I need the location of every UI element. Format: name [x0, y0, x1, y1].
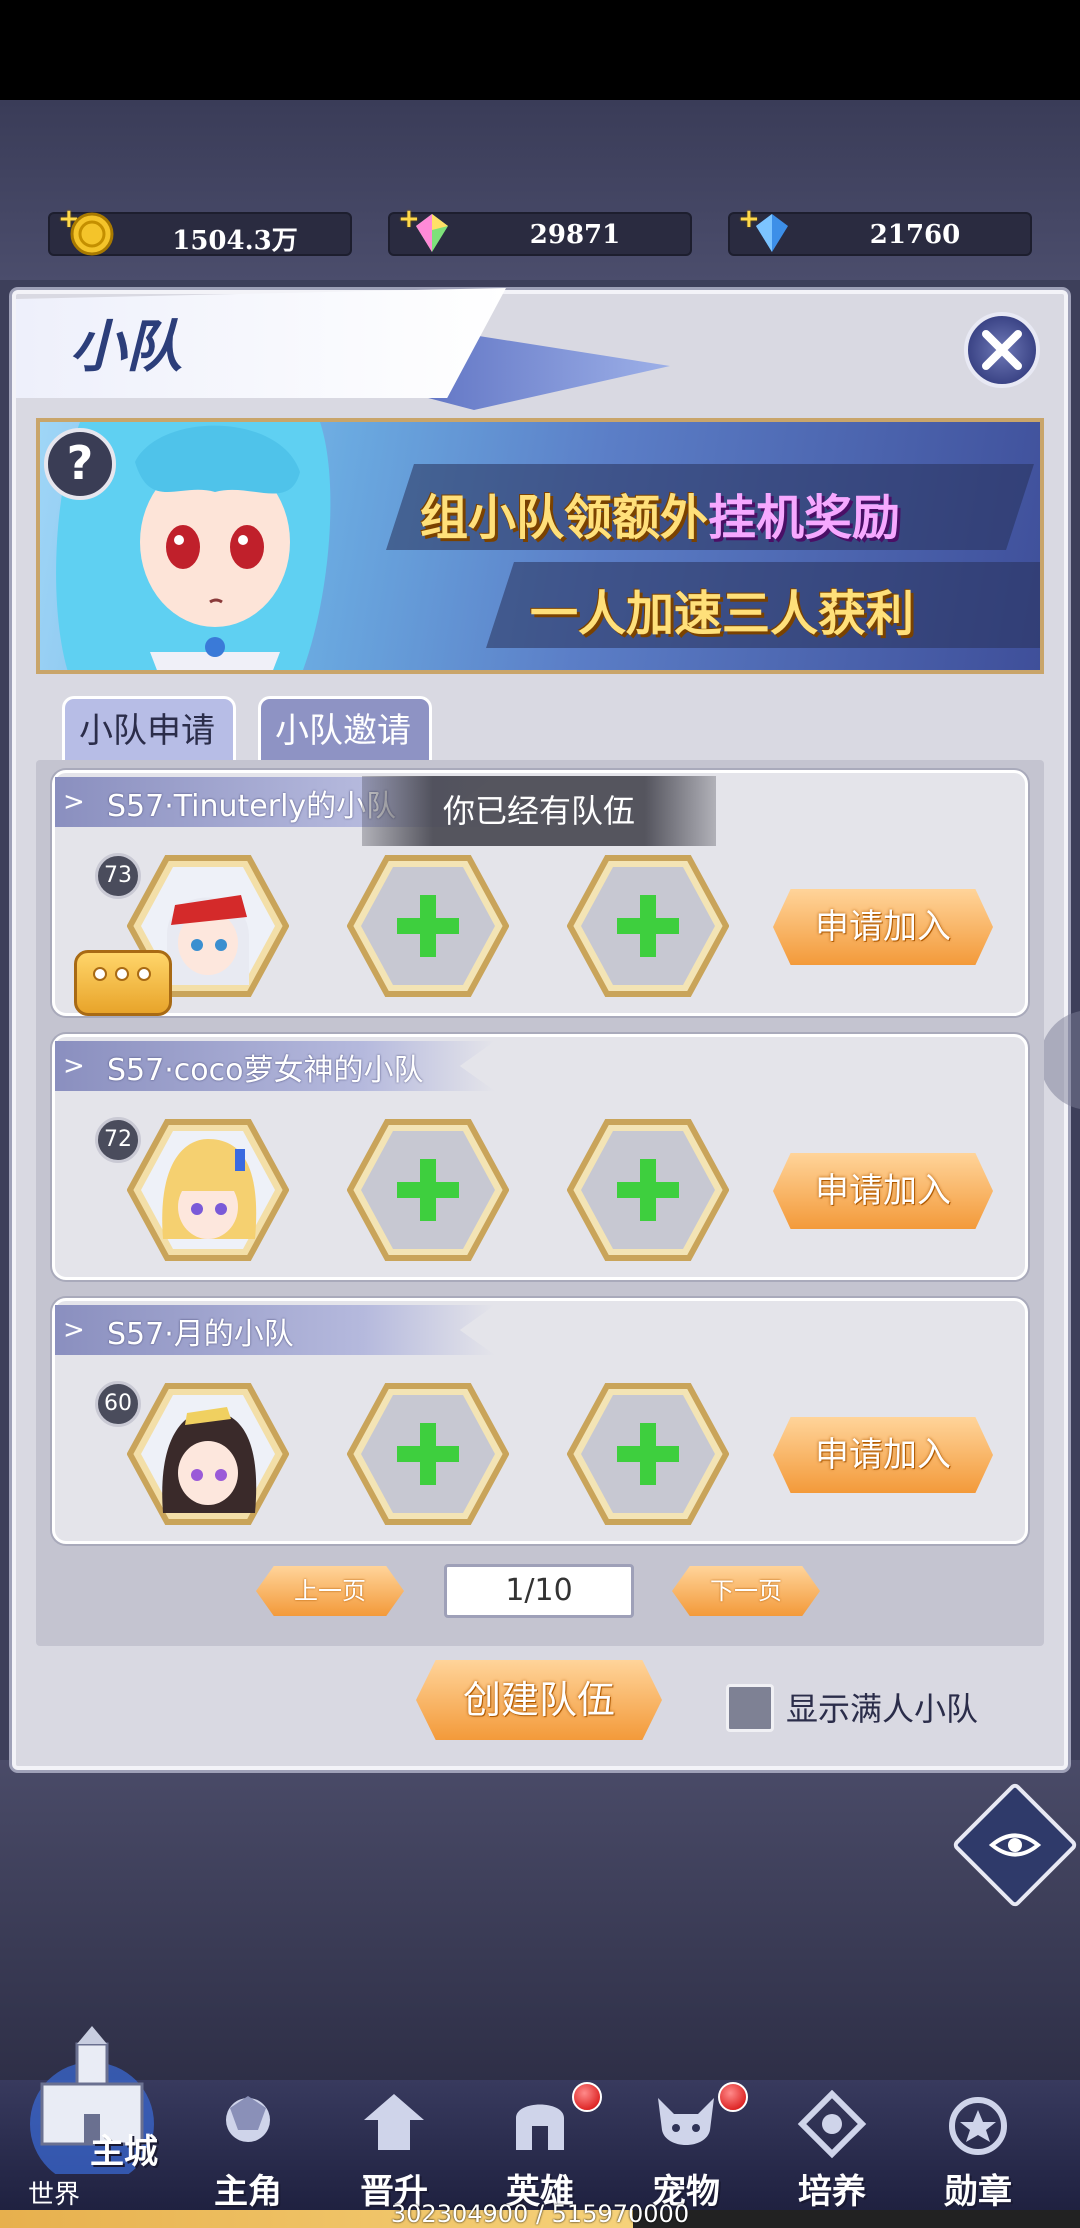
prev-page-button[interactable]: 上一页 [256, 1566, 404, 1616]
team-name: S57·Tinuterly的小队 [107, 789, 397, 824]
promotion-icon [364, 2094, 424, 2150]
arrow-icon: > [63, 1315, 85, 1345]
status-bar [0, 0, 1080, 100]
main-city-button[interactable]: 主城 世界 [12, 2024, 172, 2220]
create-team-button[interactable]: 创建队伍 [416, 1660, 662, 1740]
team-card: > S57·coco萝女神的小队 72 申请加入 [52, 1034, 1028, 1280]
rainbow-gem-icon [416, 214, 448, 252]
help-button[interactable]: ? [44, 428, 116, 500]
empty-slot-plus-icon[interactable] [347, 1383, 509, 1525]
level-badge: 72 [95, 1117, 141, 1163]
training-icon [797, 2089, 867, 2159]
level-badge: 60 [95, 1381, 141, 1427]
banner-highlight: 挂机奖励 [708, 490, 901, 546]
show-full-teams-label: 显示满人小队 [786, 1690, 979, 1728]
empty-slot-plus-icon[interactable] [567, 855, 729, 997]
team-card: > S57·月的小队 60 申请加入 [52, 1298, 1028, 1544]
team-name: S57·月的小队 [107, 1317, 294, 1352]
banner-line1: 组小队领额外 [420, 490, 709, 546]
pet-icon [658, 2098, 714, 2145]
main-city-label: 主城 [90, 2132, 158, 2172]
helmet-icon [516, 2104, 564, 2150]
arrow-icon: > [63, 787, 85, 817]
page-indicator[interactable]: 1/10 [444, 1564, 634, 1618]
hero-profile-icon [226, 2096, 270, 2142]
empty-slot-plus-icon[interactable] [567, 1383, 729, 1525]
diamond-value: 21760 [869, 220, 961, 250]
banner-line2: 一人加速三人获利 [530, 586, 915, 642]
medal-icon [949, 2097, 1007, 2155]
toast-message: 你已经有队伍 [362, 776, 716, 846]
gem-value: 29871 [529, 220, 621, 250]
empty-slot-plus-icon[interactable] [347, 1119, 509, 1261]
diamond-resource[interactable]: + 21760 [728, 204, 1032, 256]
promo-banner: 组小队领额外挂机奖励 一人加速三人获利 [36, 418, 1044, 674]
nav-item-training[interactable]: 培养 [762, 2089, 902, 2212]
empty-slot-plus-icon[interactable] [567, 1119, 729, 1261]
apply-join-button[interactable]: 申请加入 [773, 889, 993, 965]
nav-item-medals[interactable]: 勋章 [908, 2090, 1048, 2212]
apply-join-button[interactable]: 申请加入 [773, 1153, 993, 1229]
arrow-icon: > [63, 1051, 85, 1081]
close-icon [982, 330, 1022, 370]
close-button[interactable] [964, 312, 1040, 388]
notification-dot [572, 2082, 602, 2112]
gold-resource[interactable]: + 1504.3万 [48, 204, 352, 256]
tab-team-applications[interactable]: 小队申请 [62, 696, 236, 760]
eye-icon [988, 1833, 1042, 1857]
gem-resource[interactable]: + 29871 [388, 204, 692, 256]
show-full-teams-checkbox[interactable] [726, 1684, 774, 1732]
tab-team-invitations[interactable]: 小队邀请 [258, 696, 432, 760]
gold-coin-icon [70, 212, 114, 256]
nav-item-promotion[interactable]: 晋升 [324, 2090, 464, 2212]
empty-slot-plus-icon[interactable] [347, 855, 509, 997]
apply-join-button[interactable]: 申请加入 [773, 1417, 993, 1493]
chat-bubble-icon[interactable] [74, 950, 172, 1016]
leader-avatar[interactable] [127, 1383, 289, 1525]
gold-value: 1504.3万 [172, 226, 298, 256]
experience-text: 302304900 / 515970000 [390, 2200, 690, 2228]
next-page-button[interactable]: 下一页 [672, 1566, 820, 1616]
panel-title: 小队 [70, 314, 182, 380]
nav-item-hero-profile[interactable]: 主角 [178, 2090, 318, 2212]
team-name: S57·coco萝女神的小队 [107, 1053, 424, 1088]
level-badge: 73 [95, 853, 141, 899]
notification-dot [718, 2082, 748, 2112]
leader-avatar[interactable] [127, 1119, 289, 1261]
blue-diamond-icon [756, 214, 788, 252]
